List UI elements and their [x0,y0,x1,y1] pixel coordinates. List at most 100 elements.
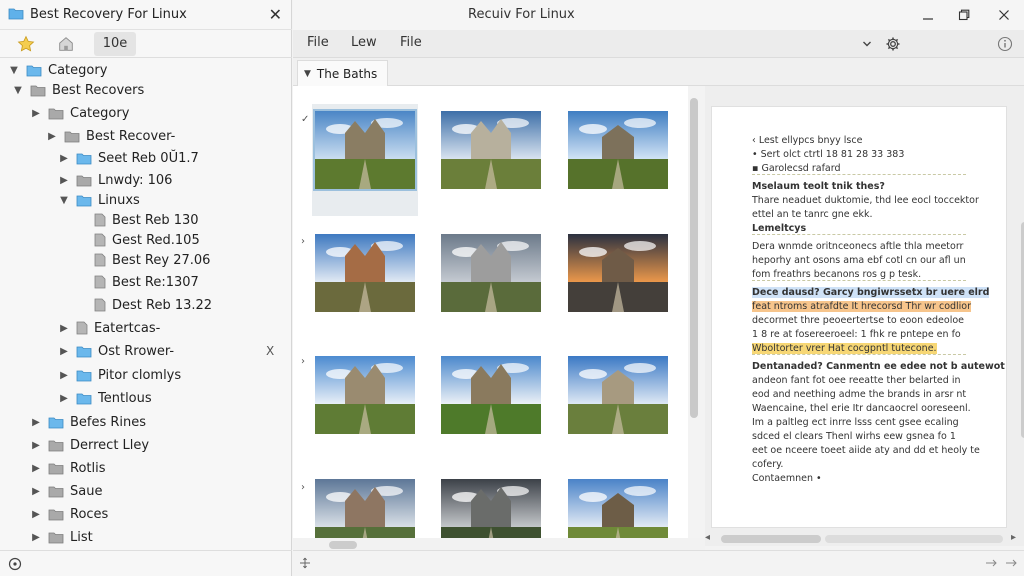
resize-icon[interactable] [985,558,997,568]
window-title: Recuiv For Linux [468,7,575,22]
collapse-arrow-icon[interactable]: ▶ [58,323,70,334]
close-window-button[interactable] [994,6,1014,24]
image-thumbnail[interactable] [568,234,668,312]
document-horizontal-scrollbar[interactable]: ◂ ▸ [705,532,1024,546]
dropdown-button[interactable] [857,34,877,54]
document-line: Contaemnen • [752,473,822,484]
minimize-button[interactable] [918,6,938,24]
tree-item[interactable]: ▼ Best Recovers [12,80,144,100]
folder-tree: ▼ Category ▼ Best Recovers ▶ Category ▶ Best Re… [0,60,292,550]
tree-item[interactable]: ▶ Derrect Lley [30,435,149,455]
maximize-button[interactable] [954,6,974,24]
chevron-right-icon[interactable]: › [301,236,305,247]
collapse-arrow-icon[interactable]: ▶ [30,417,42,428]
sidebar-tabs: 10e [0,30,292,58]
file-icon [94,233,106,247]
divider [752,354,966,355]
collapse-arrow-icon[interactable]: ▶ [30,532,42,543]
tree-item[interactable]: ▼ Linuxs [58,190,140,210]
chevron-left-icon[interactable]: ◂ [705,532,710,543]
tab-active[interactable]: 10e [94,31,136,56]
close-icon[interactable]: ✕ [269,5,282,24]
tree-item[interactable]: ▶ Befes Rines [30,412,146,432]
sidebar-title: Best Recovery For Linux [30,7,187,22]
tree-item[interactable]: Gest Red.105 [76,230,200,250]
image-thumbnail[interactable] [568,356,668,434]
tree-item[interactable]: Dest Reb 13.22 [76,295,212,315]
image-thumbnail[interactable] [568,111,668,189]
folder-icon [26,63,42,77]
tree-item[interactable]: ▶ Roces [30,504,108,524]
settings-button[interactable] [883,34,903,54]
expand-arrow-icon[interactable]: ▼ [8,65,20,76]
collapse-arrow-icon[interactable]: ▶ [30,440,42,451]
grid-hscroll-thumb[interactable] [329,541,357,549]
close-icon[interactable]: X [266,344,274,358]
status-bar [293,550,1024,576]
collapse-arrow-icon[interactable]: ▶ [30,486,42,497]
collapse-arrow-icon[interactable]: ▶ [30,509,42,520]
document-line: decormet thre peoeertertse to eoon edeol… [752,315,964,326]
tree-item[interactable]: Best Rey 27.06 [76,250,210,270]
tree-item[interactable]: ▶ Eatertcas- [58,318,160,338]
menu-file[interactable]: File [307,35,329,50]
tab-the-baths[interactable]: ▼ The Baths [297,60,389,86]
restore-icon [958,9,970,21]
document-line: Wboltorter vrer Hat cocgpntl tutecone. [752,343,937,354]
collapse-arrow-icon[interactable]: ▶ [58,175,70,186]
tree-item[interactable]: ▶ List [30,527,93,547]
menu-bar: File Lew File [293,30,1024,58]
tab-home[interactable] [46,32,86,56]
info-button[interactable] [995,34,1015,54]
image-thumbnail[interactable] [441,234,541,312]
folder-icon [48,461,64,475]
info-icon [997,36,1013,52]
chevron-right-icon[interactable]: ▸ [1011,532,1016,543]
tree-item[interactable]: Best Reb 130 [76,210,199,230]
target-icon[interactable] [8,557,22,571]
folder-icon [30,83,46,97]
tree-item-label: Gest Red.105 [112,232,200,248]
tree-item[interactable]: ▶ Seet Reb 0Ŭ1.7 [58,148,199,168]
tree-item[interactable]: ▶ Tentlous [58,388,152,408]
tree-item[interactable]: ▶ Lnwdy: 106 [58,170,172,190]
chevron-right-icon[interactable]: › [301,482,305,493]
expand-icon[interactable] [299,557,311,569]
grid-scrollbar[interactable] [689,90,699,538]
row-check-icon: ✓ [301,114,310,125]
title-bar: Recuiv For Linux [293,0,1024,30]
collapse-arrow-icon[interactable]: ▶ [58,346,70,357]
collapse-arrow-icon[interactable]: ▶ [58,153,70,164]
document-hscroll-thumb[interactable] [721,535,821,543]
tree-item[interactable]: ▶ Best Recover- [46,126,175,146]
collapse-arrow-icon[interactable]: ▶ [30,108,42,119]
menu-file-2[interactable]: File [400,35,422,50]
tree-item[interactable]: ▶ Saue [30,481,102,501]
expand-arrow-icon[interactable]: ▼ [58,195,70,206]
collapse-arrow-icon[interactable]: ▶ [58,393,70,404]
image-thumbnail[interactable] [441,111,541,189]
image-thumbnail[interactable] [315,234,415,312]
image-thumbnail[interactable] [313,109,417,191]
tree-item[interactable]: ▶ Category [30,103,129,123]
image-thumbnail[interactable] [315,356,415,434]
resize-icon[interactable] [1005,558,1017,568]
chevron-right-icon[interactable]: › [301,356,305,367]
expand-arrow-icon[interactable]: ▼ [12,85,24,96]
document-line: Waencaine, thel erie Itr dancaocrel oore… [752,403,971,414]
tree-item[interactable]: ▶ Pitor clomlys [58,365,181,385]
menu-view[interactable]: Lew [351,35,377,50]
collapse-arrow-icon[interactable]: ▶ [58,370,70,381]
grid-horizontal-scrollbar[interactable] [293,538,705,550]
grid-scrollbar-thumb[interactable] [690,98,698,418]
minimize-icon [923,18,933,20]
image-thumbnail[interactable] [441,356,541,434]
tree-item[interactable]: ▶ Ost Rrower- X [58,341,274,361]
collapse-arrow-icon[interactable]: ▶ [46,131,58,142]
tab-favorites[interactable] [6,32,46,56]
tree-item[interactable]: ▼ Category [8,60,107,80]
tree-item[interactable]: Best Re:1307 [76,272,199,292]
collapse-arrow-icon[interactable]: ▶ [30,463,42,474]
gear-icon [886,37,900,51]
tree-item[interactable]: ▶ Rotlis [30,458,105,478]
